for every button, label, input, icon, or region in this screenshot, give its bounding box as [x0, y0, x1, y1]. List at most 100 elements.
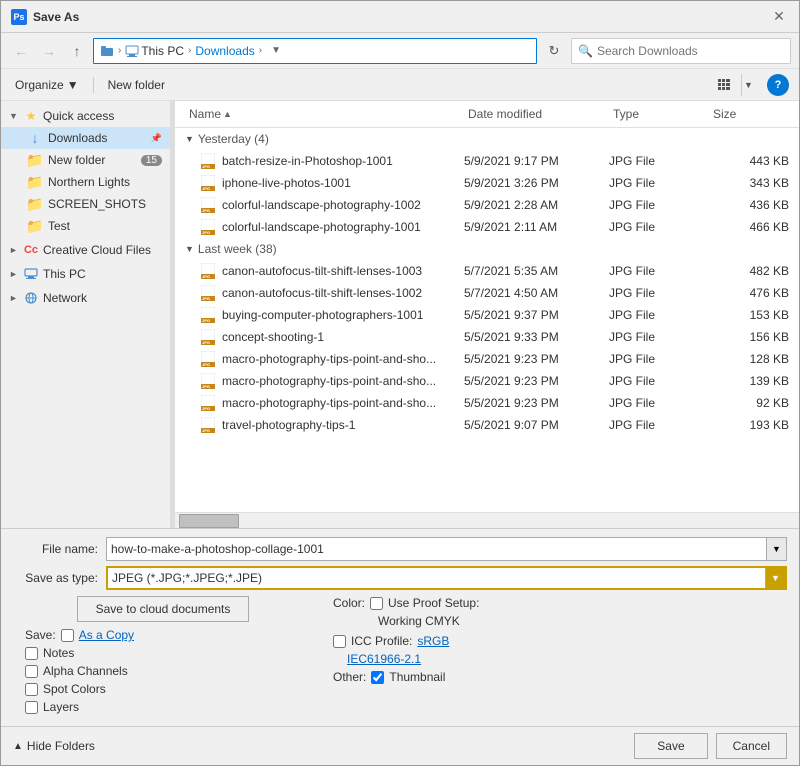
sidebar: ▼ ★ Quick access ↓ Downloads 📌 📁 New fol… [1, 101, 171, 528]
filename-label: File name: [13, 542, 98, 556]
forward-button[interactable]: → [37, 39, 61, 63]
file-name-12: travel-photography-tips-1 [222, 418, 464, 432]
col-header-name[interactable]: Name ▲ [185, 105, 464, 123]
alpha-channels-checkbox[interactable] [25, 665, 38, 678]
cc-icon: Cc [23, 242, 39, 258]
breadcrumb-downloads[interactable]: Downloads [195, 44, 254, 58]
hide-folders-button[interactable]: ▲ Hide Folders [13, 739, 95, 753]
color-row: Color: Use Proof Setup: [333, 596, 787, 610]
use-proof-checkbox[interactable] [370, 597, 383, 610]
search-icon: 🔍 [578, 44, 593, 58]
sidebar-cc-header[interactable]: ► Cc Creative Cloud Files [1, 239, 170, 261]
svg-text:JPG: JPG [202, 208, 210, 213]
file-row-6[interactable]: JPG canon-autofocus-tilt-shift-lenses-10… [175, 282, 799, 304]
as-copy-checkbox[interactable] [61, 629, 74, 642]
layers-row: Layers [25, 700, 313, 714]
file-group-yesterday[interactable]: ▼ Yesterday (4) [175, 128, 799, 150]
breadcrumb-dropdown[interactable]: ▼ [266, 38, 286, 64]
other-row: Other: Thumbnail [333, 670, 787, 684]
sidebar-section-cc: ► Cc Creative Cloud Files [1, 239, 170, 261]
save-options: Save: As a Copy Notes Alpha Channels [25, 628, 313, 714]
toolbar-separator [93, 77, 94, 93]
col-header-type[interactable]: Type [609, 105, 709, 123]
file-type-6: JPG File [609, 286, 709, 300]
downloads-folder-icon: ↓ [27, 130, 43, 146]
h-scroll-thumb[interactable] [179, 514, 239, 528]
options-row: Save to cloud documents Save: As a Copy … [13, 596, 787, 718]
file-size-10: 139 KB [709, 374, 789, 388]
file-row-3[interactable]: JPG colorful-landscape-photography-1002 … [175, 194, 799, 216]
file-row-2[interactable]: JPG iphone-live-photos-1001 5/9/2021 3:2… [175, 172, 799, 194]
sidebar-item-northernlights[interactable]: 📁 Northern Lights [1, 171, 170, 193]
file-row-9[interactable]: JPG macro-photography-tips-point-and-sho… [175, 348, 799, 370]
file-row-8[interactable]: JPG concept-shooting-1 5/5/2021 9:33 PM … [175, 326, 799, 348]
spot-colors-label: Spot Colors [43, 682, 106, 696]
footer: ▲ Hide Folders Save Cancel [1, 726, 799, 765]
filename-input[interactable] [106, 537, 767, 561]
organize-button[interactable]: Organize ▼ [11, 76, 83, 94]
sidebar-item-test[interactable]: 📁 Test [1, 215, 170, 237]
file-list-scroll[interactable]: ▼ Yesterday (4) JPG batch-resize-in-Phot… [175, 128, 799, 512]
svg-text:JPG: JPG [202, 186, 210, 191]
sidebar-item-downloads[interactable]: ↓ Downloads 📌 [1, 127, 170, 149]
sidebar-item-screenshots[interactable]: 📁 SCREEN_SHOTS [1, 193, 170, 215]
northernlights-icon: 📁 [27, 174, 43, 190]
close-button[interactable]: ✕ [769, 7, 789, 27]
filename-dropdown-button[interactable]: ▼ [767, 537, 787, 561]
spot-colors-row: Spot Colors [25, 682, 313, 696]
view-button[interactable] [711, 74, 737, 96]
file-row-12[interactable]: JPG travel-photography-tips-1 5/5/2021 9… [175, 414, 799, 436]
sidebar-item-newfolder[interactable]: 📁 New folder 15 [1, 149, 170, 171]
title-bar-left: Ps Save As [11, 9, 79, 25]
file-name-7: buying-computer-photographers-1001 [222, 308, 464, 322]
new-folder-button[interactable]: New folder [104, 76, 169, 94]
sidebar-quickaccess-label: Quick access [43, 109, 114, 123]
file-size-12: 193 KB [709, 418, 789, 432]
file-jpg-icon-7: JPG [201, 307, 217, 323]
file-row-7[interactable]: JPG buying-computer-photographers-1001 5… [175, 304, 799, 326]
thumbnail-label: Thumbnail [389, 670, 445, 684]
breadcrumb-sep1: › [118, 45, 121, 56]
as-copy-label[interactable]: As a Copy [79, 628, 134, 642]
col-header-size[interactable]: Size [709, 105, 789, 123]
help-button[interactable]: ? [767, 74, 789, 96]
color-label: Color: [333, 596, 365, 610]
breadcrumb-this-pc[interactable]: This PC [125, 44, 184, 58]
save-button[interactable]: Save [634, 733, 707, 759]
sidebar-quickaccess-header[interactable]: ▼ ★ Quick access [1, 105, 170, 127]
spot-colors-checkbox[interactable] [25, 683, 38, 696]
layers-label: Layers [43, 700, 79, 714]
search-input[interactable] [597, 44, 784, 58]
refresh-button[interactable]: ↻ [541, 38, 567, 64]
thumbnail-checkbox[interactable] [371, 671, 384, 684]
icc-value-line2[interactable]: IEC61966-2.1 [347, 652, 421, 666]
file-jpg-icon-10: JPG [201, 373, 217, 389]
cloud-save-button[interactable]: Save to cloud documents [77, 596, 250, 622]
other-label: Other: [333, 670, 366, 684]
horizontal-scrollbar[interactable] [175, 512, 799, 528]
svg-text:JPG: JPG [202, 164, 210, 169]
sidebar-network-header[interactable]: ► Network [1, 287, 170, 309]
view-dropdown-button[interactable]: ▼ [741, 74, 755, 96]
thispc-chevron-icon: ► [9, 269, 19, 279]
file-row-11[interactable]: JPG macro-photography-tips-point-and-sho… [175, 392, 799, 414]
icc-profile-checkbox[interactable] [333, 635, 346, 648]
sidebar-thispc-header[interactable]: ► This PC [1, 263, 170, 285]
up-button[interactable]: ↑ [65, 39, 89, 63]
icc-profile-label: ICC Profile: [351, 634, 412, 648]
file-jpg-icon-12: JPG [201, 417, 217, 433]
saveastype-arrow[interactable]: ▼ [765, 568, 785, 588]
file-row-10[interactable]: JPG macro-photography-tips-point-and-sho… [175, 370, 799, 392]
layers-checkbox[interactable] [25, 701, 38, 714]
network-chevron-icon: ► [9, 293, 19, 303]
notes-checkbox[interactable] [25, 647, 38, 660]
back-button[interactable]: ← [9, 39, 33, 63]
cancel-button[interactable]: Cancel [716, 733, 787, 759]
icc-value-link[interactable]: sRGB [417, 634, 449, 648]
file-group-lastweek[interactable]: ▼ Last week (38) [175, 238, 799, 260]
use-proof-label: Use Proof Setup: [388, 596, 479, 610]
file-row-5[interactable]: JPG canon-autofocus-tilt-shift-lenses-10… [175, 260, 799, 282]
file-row-4[interactable]: JPG colorful-landscape-photography-1001 … [175, 216, 799, 238]
col-header-date[interactable]: Date modified [464, 105, 609, 123]
file-row-1[interactable]: JPG batch-resize-in-Photoshop-1001 5/9/2… [175, 150, 799, 172]
